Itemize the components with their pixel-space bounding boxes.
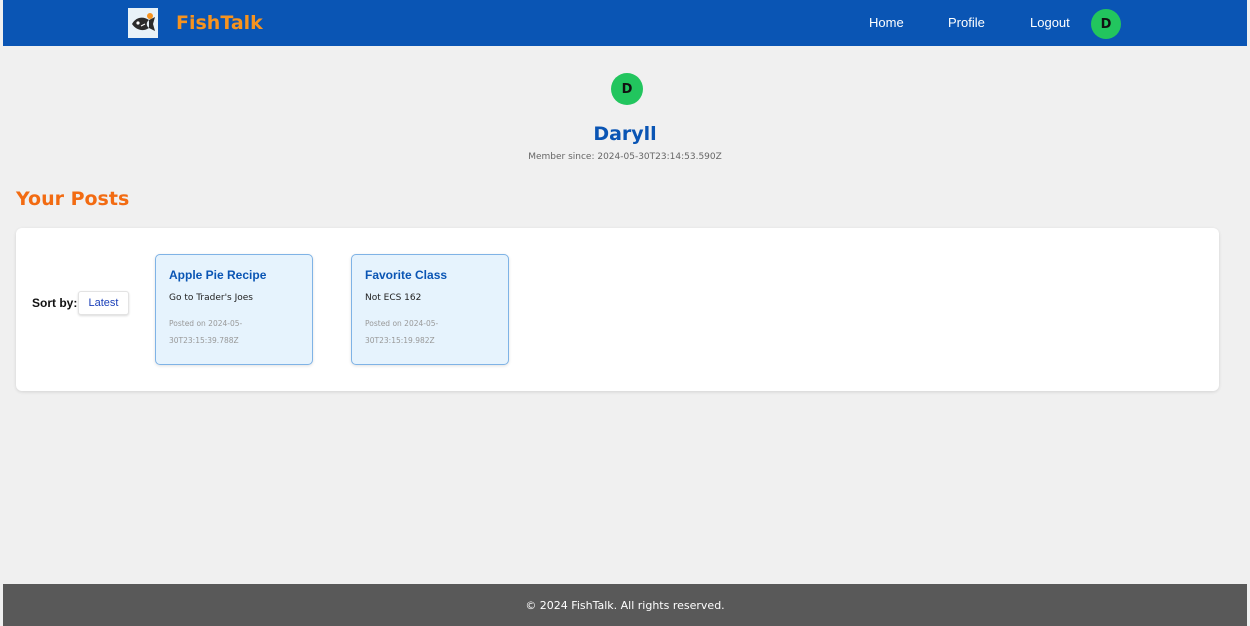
post-date: Posted on 2024-05-30T23:15:39.788Z <box>169 319 243 345</box>
profile-avatar: D <box>611 73 643 105</box>
top-navbar: FishTalk Home Profile Logout D <box>3 0 1247 46</box>
nav-profile-link[interactable]: Profile <box>948 15 985 31</box>
post-body: Not ECS 162 <box>365 293 422 303</box>
page-footer: © 2024 FishTalk. All rights reserved. <box>3 584 1247 626</box>
fish-logo-icon[interactable] <box>128 8 158 38</box>
user-avatar[interactable]: D <box>1091 9 1121 39</box>
post-date: Posted on 2024-05-30T23:15:19.982Z <box>365 319 439 345</box>
profile-name: Daryll <box>593 123 657 145</box>
post-card[interactable]: Favorite Class Not ECS 162 Posted on 202… <box>351 254 509 365</box>
your-posts-heading: Your Posts <box>16 188 130 210</box>
post-card[interactable]: Apple Pie Recipe Go to Trader's Joes Pos… <box>155 254 313 365</box>
sort-label: Sort by: <box>32 296 78 310</box>
sort-dropdown[interactable]: Latest <box>78 291 129 315</box>
footer-text: © 2024 FishTalk. All rights reserved. <box>525 598 725 612</box>
nav-home-link[interactable]: Home <box>869 15 904 31</box>
member-since-text: Member since: 2024-05-30T23:14:53.590Z <box>528 152 722 162</box>
brand-name[interactable]: FishTalk <box>176 11 263 35</box>
post-title[interactable]: Favorite Class <box>365 268 447 283</box>
post-title[interactable]: Apple Pie Recipe <box>169 268 266 283</box>
post-body: Go to Trader's Joes <box>169 293 253 303</box>
nav-logout-link[interactable]: Logout <box>1030 15 1070 31</box>
